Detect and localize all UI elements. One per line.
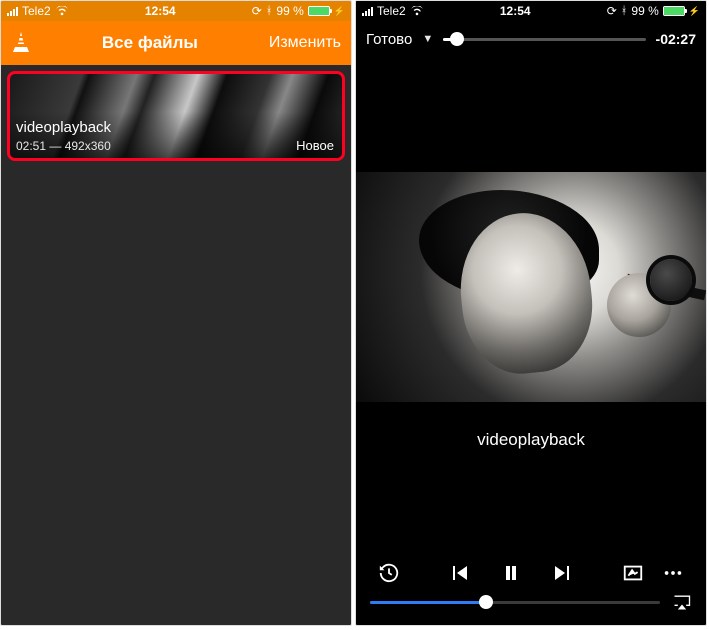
- bottom-scrubber[interactable]: [370, 593, 692, 611]
- carrier-label: Tele2: [377, 4, 406, 18]
- video-name: videoplayback: [16, 119, 111, 136]
- edit-button[interactable]: Изменить: [269, 34, 341, 52]
- video-list-item[interactable]: videoplayback 02:51 — 492x360 Новое: [7, 71, 345, 161]
- status-left: Tele2: [362, 4, 424, 18]
- phone-library: Tele2 12:54 ⟳ ᚼ 99 % ⚡ Все файлы Изменит…: [0, 0, 352, 626]
- status-bar: Tele2 12:54 ⟳ ᚼ 99 % ⚡: [1, 1, 351, 21]
- transport-controls: [447, 561, 575, 585]
- video-meta: 02:51 — 492x360: [16, 139, 111, 153]
- time-remaining[interactable]: -02:27: [656, 31, 696, 47]
- bluetooth-icon: ᚼ: [266, 5, 273, 17]
- page-title: Все файлы: [102, 33, 198, 53]
- battery-pct: 99 %: [276, 4, 303, 18]
- vlc-cone-icon[interactable]: [11, 32, 31, 54]
- player-topbar: Готово ▼ -02:27: [356, 21, 706, 57]
- clock: 12:54: [500, 4, 531, 18]
- rotation-lock-icon: ⟳: [252, 4, 262, 18]
- clock: 12:54: [145, 4, 176, 18]
- status-right: ⟳ ᚼ 99 % ⚡: [607, 4, 700, 18]
- video-frame[interactable]: [356, 172, 706, 402]
- bluetooth-icon: ᚼ: [621, 5, 628, 17]
- wifi-icon: [55, 6, 69, 16]
- bottom-scrub-thumb[interactable]: [479, 595, 493, 609]
- history-icon[interactable]: [378, 562, 400, 584]
- pause-icon[interactable]: [499, 561, 523, 585]
- player-controls: [356, 561, 706, 585]
- battery-pct: 99 %: [631, 4, 658, 18]
- status-right: ⟳ ᚼ 99 % ⚡: [252, 4, 345, 18]
- status-bar: Tele2 12:54 ⟳ ᚼ 99 % ⚡: [356, 1, 706, 21]
- airplay-icon[interactable]: [672, 593, 692, 611]
- wifi-icon: [410, 6, 424, 16]
- library-body: videoplayback 02:51 — 492x360 Новое: [1, 65, 351, 625]
- top-scrub-thumb[interactable]: [450, 32, 464, 46]
- right-controls: [622, 562, 684, 584]
- battery-icon: [663, 6, 685, 16]
- carrier-label: Tele2: [22, 4, 51, 18]
- next-track-icon[interactable]: [551, 561, 575, 585]
- aspect-icon[interactable]: [622, 562, 644, 584]
- signal-icon: [362, 6, 373, 16]
- done-button[interactable]: Готово: [366, 31, 412, 48]
- more-icon[interactable]: [662, 562, 684, 584]
- charging-icon: ⚡: [334, 6, 345, 17]
- rotation-lock-icon: ⟳: [607, 4, 617, 18]
- bottom-progress: [370, 601, 486, 604]
- charging-icon: ⚡: [689, 6, 700, 17]
- phone-player: Tele2 12:54 ⟳ ᚼ 99 % ⚡ Готово ▼ -02:27 v…: [355, 0, 707, 626]
- prev-track-icon[interactable]: [447, 561, 471, 585]
- video-new-badge: Новое: [296, 138, 334, 153]
- navbar: Все файлы Изменить: [1, 21, 351, 65]
- battery-icon: [308, 6, 330, 16]
- signal-icon: [7, 6, 18, 16]
- status-left: Tele2: [7, 4, 69, 18]
- chevron-down-icon[interactable]: ▼: [422, 33, 433, 45]
- top-scrubber[interactable]: [443, 38, 645, 41]
- now-playing-title: videoplayback: [356, 430, 706, 450]
